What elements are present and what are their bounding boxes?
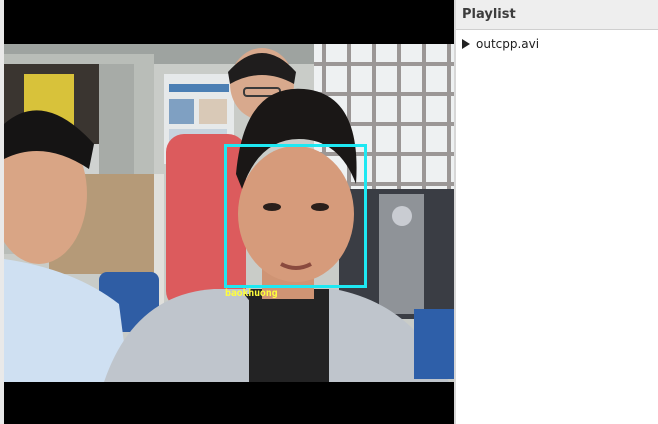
video-player[interactable]: baokhuong <box>4 0 454 424</box>
playlist-header: Playlist <box>456 0 658 30</box>
playlist-item[interactable]: outcpp.avi <box>456 35 658 53</box>
playlist-item-label: outcpp.avi <box>476 37 540 51</box>
playlist-panel: Playlist outcpp.avi <box>456 0 658 424</box>
playlist-title: Playlist <box>462 7 516 22</box>
face-detection-box <box>224 144 367 288</box>
playlist-list: outcpp.avi <box>456 30 658 53</box>
face-detection-label: baokhuong <box>225 288 278 299</box>
video-frame: baokhuong <box>4 44 454 382</box>
play-icon <box>462 39 470 49</box>
